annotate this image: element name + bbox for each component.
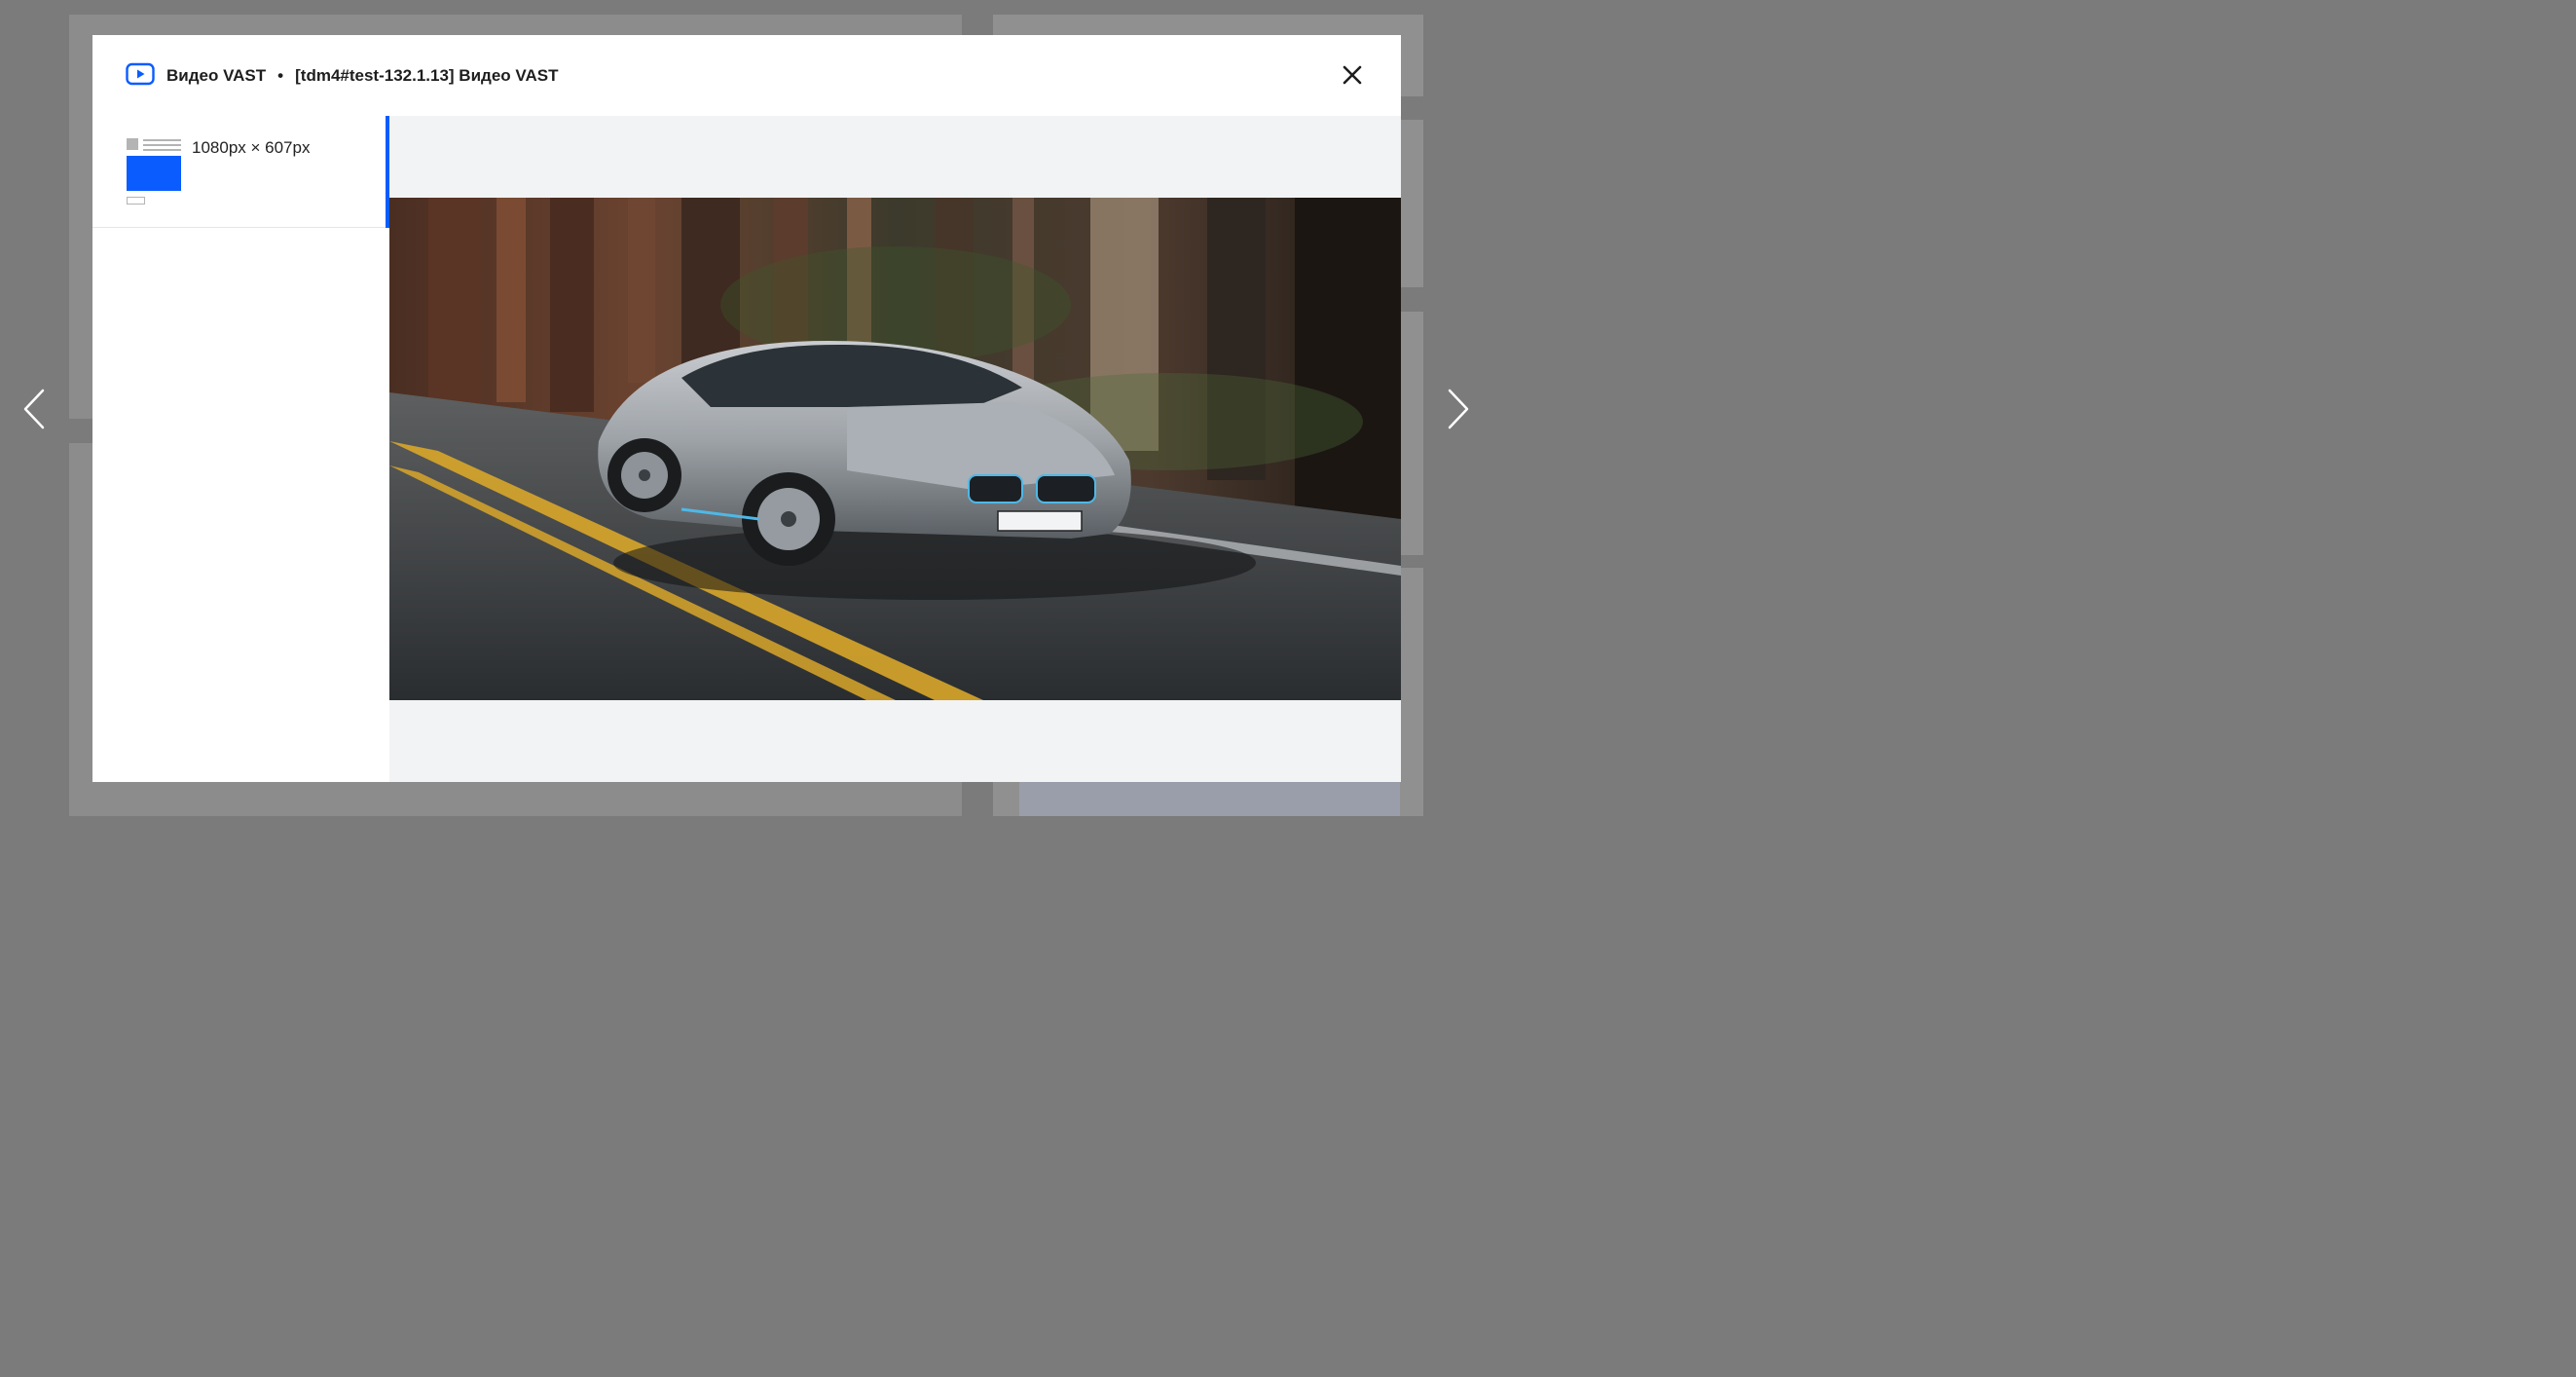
modal-title: Видео VAST • [tdm4#test-132.1.13] Видео VA…	[166, 65, 558, 87]
format-name: Видео VAST	[166, 66, 267, 85]
close-button[interactable]	[1340, 62, 1365, 88]
next-creative-button[interactable]	[1446, 388, 1471, 430]
creative-preview-area	[389, 116, 1401, 782]
chevron-left-icon	[23, 389, 45, 429]
background-panel	[1019, 782, 1400, 816]
creative-preview-modal: Видео VAST • [tdm4#test-132.1.13] Видео VA…	[92, 35, 1401, 782]
format-size-label: 1080px × 607px	[192, 138, 311, 157]
previous-creative-button[interactable]	[21, 388, 47, 430]
modal-header: Видео VAST • [tdm4#test-132.1.13] Видео VA…	[92, 35, 1401, 116]
creative-name: [tdm4#test-132.1.13] Видео VAST	[295, 66, 559, 85]
chevron-right-icon	[1448, 389, 1469, 429]
video-play-icon	[126, 62, 155, 86]
title-separator: •	[277, 66, 284, 85]
video-layout-thumbnail-icon	[127, 138, 181, 205]
close-icon	[1343, 65, 1362, 85]
creative-preview-image	[389, 198, 1401, 700]
format-item-1080x607[interactable]: 1080px × 607px	[92, 116, 389, 228]
format-sidebar: 1080px × 607px	[92, 116, 389, 782]
